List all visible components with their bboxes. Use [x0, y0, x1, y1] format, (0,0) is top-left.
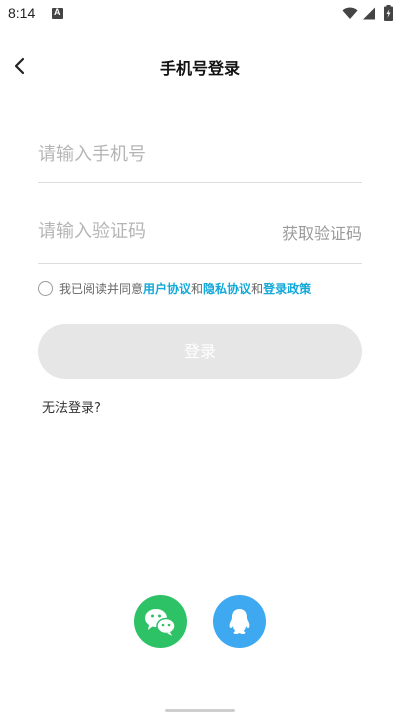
login-button[interactable]: 登录: [38, 324, 362, 379]
phone-input[interactable]: [38, 140, 268, 168]
qq-icon: [229, 609, 250, 635]
wechat-login-button[interactable]: [134, 595, 187, 648]
notification-a-icon: A: [52, 7, 63, 19]
verification-code-input[interactable]: [38, 217, 268, 245]
login-policy-link[interactable]: 登录政策: [263, 282, 311, 296]
notification-a-label: A: [54, 7, 61, 17]
get-code-button[interactable]: 获取验证码: [282, 220, 362, 244]
agreement-and-2: 和: [251, 282, 264, 296]
login-screen: 8:14 A 手机号登录 获取验证码 我已阅读并同意用户协议和隐私协议和登录政策: [0, 0, 400, 712]
privacy-agreement-link[interactable]: 隐私协议: [203, 282, 251, 296]
agreement-text: 我已阅读并同意用户协议和隐私协议和登录政策: [59, 280, 311, 297]
phone-field: [38, 126, 362, 183]
cannot-login-link[interactable]: 无法登录?: [42, 397, 101, 416]
page-title: 手机号登录: [159, 59, 240, 78]
agreement-row: 我已阅读并同意用户协议和隐私协议和登录政策: [38, 280, 378, 298]
agreement-prefix: 我已阅读并同意: [59, 282, 144, 296]
battery-charging-icon: [384, 5, 393, 21]
wifi-icon: [342, 7, 358, 19]
user-agreement-link[interactable]: 用户协议: [143, 282, 191, 296]
verification-code-field: 获取验证码: [38, 203, 362, 264]
status-bar: 8:14 A: [0, 0, 400, 28]
wechat-icon: [145, 609, 176, 636]
signal-icon: [363, 7, 375, 20]
header: 手机号登录: [0, 44, 400, 88]
qq-login-button[interactable]: [213, 595, 266, 648]
status-time: 8:14: [8, 5, 36, 21]
agree-radio[interactable]: [38, 281, 53, 296]
agreement-and-1: 和: [191, 282, 204, 296]
